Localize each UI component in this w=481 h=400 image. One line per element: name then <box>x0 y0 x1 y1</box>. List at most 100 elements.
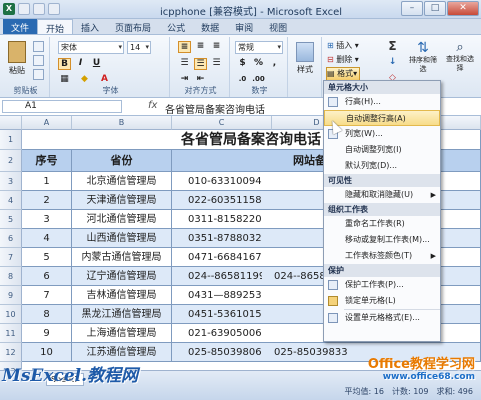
name-box[interactable]: A1 <box>2 100 122 113</box>
row-header[interactable]: 1 <box>0 130 22 150</box>
tab-formulas[interactable]: 公式 <box>159 19 193 34</box>
row-header[interactable]: 8 <box>0 267 22 286</box>
align-middle-icon[interactable]: ≡ <box>194 41 207 53</box>
menu-default-width[interactable]: 默认列宽(D)... <box>324 158 440 174</box>
table-cell-province[interactable]: 吉林通信管理局 <box>72 286 172 305</box>
undo-icon[interactable] <box>33 3 45 15</box>
table-cell-province[interactable]: 江苏通信管理局 <box>72 343 172 362</box>
number-format-select[interactable]: 常规 <box>235 41 283 54</box>
menu-autofit-column-width[interactable]: 自动调整列宽(I) <box>324 142 440 158</box>
tab-view[interactable]: 视图 <box>261 19 295 34</box>
font-name-select[interactable]: 宋体 <box>58 41 124 54</box>
cut-icon[interactable] <box>33 41 44 52</box>
table-cell-phone[interactable]: 022-60351158 <box>172 191 262 210</box>
align-center-icon[interactable]: ☰ <box>194 58 207 70</box>
paste-button[interactable]: 粘贴 <box>5 40 29 82</box>
tab-home[interactable]: 开始 <box>37 19 74 35</box>
table-cell-phone[interactable]: 010-63310094 <box>172 172 262 191</box>
redo-icon[interactable] <box>48 3 60 15</box>
tab-data[interactable]: 数据 <box>193 19 227 34</box>
font-size-select[interactable]: 14 <box>127 41 151 54</box>
format-painter-icon[interactable] <box>33 69 44 80</box>
menu-lock-cell[interactable]: 锁定单元格(L) <box>324 293 440 309</box>
select-all-corner[interactable] <box>0 116 22 130</box>
table-cell-index[interactable]: 5 <box>22 248 72 267</box>
italic-icon[interactable]: I <box>74 58 87 70</box>
fx-icon[interactable]: fx <box>148 100 157 111</box>
table-cell-index[interactable]: 10 <box>22 343 72 362</box>
delete-cells-button[interactable]: ⊟ 删除 ▾ <box>326 53 376 66</box>
table-cell-index[interactable]: 3 <box>22 210 72 229</box>
styles-button[interactable]: 样式 <box>293 41 317 79</box>
minimize-button[interactable]: – <box>401 1 423 16</box>
align-right-icon[interactable]: ☰ <box>210 58 223 70</box>
table-cell-province[interactable]: 黑龙江通信管理局 <box>72 305 172 324</box>
copy-icon[interactable] <box>33 55 44 66</box>
save-icon[interactable] <box>18 3 30 15</box>
header-cell-province[interactable]: 省份 <box>72 150 172 172</box>
table-cell-phone[interactable]: 0431—88925397 <box>172 286 262 305</box>
table-cell-phone[interactable]: 021-63905006 <box>172 324 262 343</box>
row-header[interactable]: 2 <box>0 150 22 172</box>
table-cell-phone[interactable]: 0311-81582202 <box>172 210 262 229</box>
table-cell-index[interactable]: 7 <box>22 286 72 305</box>
table-cell-province[interactable]: 河北通信管理局 <box>72 210 172 229</box>
table-cell-index[interactable]: 2 <box>22 191 72 210</box>
row-header[interactable]: 3 <box>0 172 22 191</box>
column-header-b[interactable]: B <box>72 116 172 130</box>
table-cell-index[interactable]: 1 <box>22 172 72 191</box>
tab-insert[interactable]: 插入 <box>73 19 107 34</box>
header-cell-index[interactable]: 序号 <box>22 150 72 172</box>
row-header[interactable]: 10 <box>0 305 22 324</box>
menu-move-copy-sheet[interactable]: 移动或复制工作表(M)... <box>324 232 440 248</box>
sort-filter-button[interactable]: ⇅ 排序和筛选 <box>406 39 440 83</box>
tab-review[interactable]: 审阅 <box>227 19 261 34</box>
row-header[interactable]: 12 <box>0 343 22 362</box>
menu-rename-sheet[interactable]: 重命名工作表(R) <box>324 216 440 232</box>
close-button[interactable]: ✕ <box>447 1 479 16</box>
table-cell-province[interactable]: 山西通信管理局 <box>72 229 172 248</box>
align-left-icon[interactable]: ☰ <box>178 58 191 70</box>
column-header-a[interactable]: A <box>22 116 72 130</box>
bold-icon[interactable]: B <box>58 58 71 70</box>
menu-tab-color[interactable]: 工作表标签颜色(T) ▶ <box>324 248 440 264</box>
formula-input[interactable]: 各省管局备案咨询电话 <box>165 101 265 116</box>
menu-protect-sheet[interactable]: 保护工作表(P)... <box>324 277 440 293</box>
table-cell-phone[interactable]: 0471-6684167 <box>172 248 262 267</box>
insert-cells-button[interactable]: ⊞ 插入 ▾ <box>326 39 376 52</box>
table-cell-province[interactable]: 北京通信管理局 <box>72 172 172 191</box>
row-header[interactable]: 7 <box>0 248 22 267</box>
table-cell-phone[interactable]: 025-85039806 <box>172 343 262 362</box>
find-select-button[interactable]: ⌕ 查找和选择 <box>442 39 478 83</box>
table-cell-index[interactable]: 4 <box>22 229 72 248</box>
tab-page-layout[interactable]: 页面布局 <box>107 19 159 34</box>
fill-icon[interactable]: ↓ <box>386 57 399 69</box>
table-cell-phone[interactable]: 0451-53610153 <box>172 305 262 324</box>
menu-format-cells[interactable]: 设置单元格格式(E)... <box>324 310 440 326</box>
currency-icon[interactable]: $ <box>236 58 249 70</box>
row-header[interactable]: 4 <box>0 191 22 210</box>
tab-file[interactable]: 文件 <box>3 19 38 34</box>
menu-row-height[interactable]: 行高(H)... <box>324 94 440 110</box>
table-cell-province[interactable]: 天津通信管理局 <box>72 191 172 210</box>
table-cell-index[interactable]: 8 <box>22 305 72 324</box>
comma-icon[interactable]: , <box>268 58 281 70</box>
align-top-icon[interactable]: ≡ <box>178 41 191 53</box>
menu-autofit-row-height[interactable]: 自动调整行高(A) <box>324 110 440 126</box>
align-bottom-icon[interactable]: ≡ <box>210 41 223 53</box>
table-cell-index[interactable]: 9 <box>22 324 72 343</box>
table-cell-phone[interactable]: 0351-8788032 <box>172 229 262 248</box>
autosum-icon[interactable]: Σ <box>386 40 399 53</box>
percent-icon[interactable]: % <box>252 58 265 70</box>
table-cell-index[interactable]: 6 <box>22 267 72 286</box>
underline-icon[interactable]: U <box>90 58 103 70</box>
column-header-c[interactable]: C <box>172 116 272 130</box>
row-header[interactable]: 9 <box>0 286 22 305</box>
table-cell-province[interactable]: 上海通信管理局 <box>72 324 172 343</box>
table-cell-phone[interactable]: 024--86581199 <box>172 267 262 286</box>
row-header[interactable]: 11 <box>0 324 22 343</box>
format-cells-button[interactable]: ▤ 格式▾ <box>326 67 360 81</box>
menu-hide-unhide[interactable]: 隐藏和取消隐藏(U) ▶ <box>324 187 440 203</box>
table-cell-province[interactable]: 辽宁通信管理局 <box>72 267 172 286</box>
table-cell-province[interactable]: 内蒙古通信管理局 <box>72 248 172 267</box>
